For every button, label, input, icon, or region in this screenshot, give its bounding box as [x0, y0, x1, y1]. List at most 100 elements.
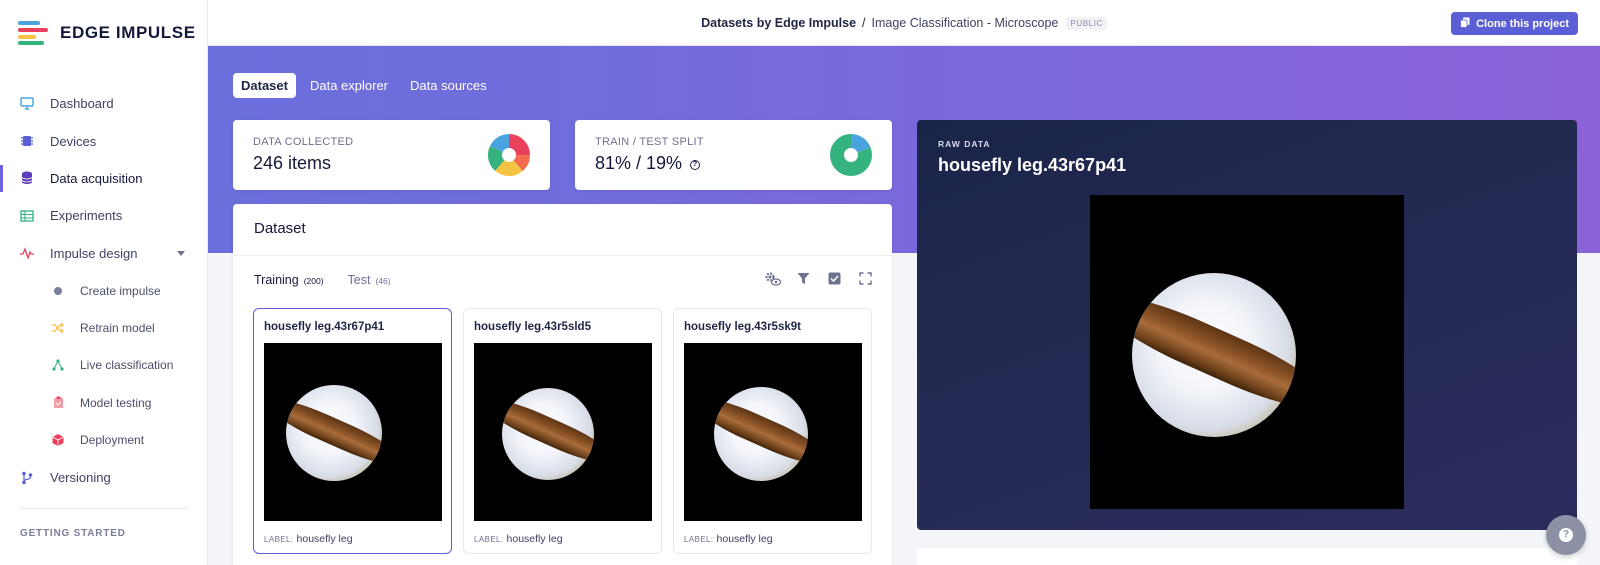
subtab-count: (46) — [375, 276, 391, 286]
dataset-panel: Dataset Training (200) Test (46) housefly … — [233, 204, 892, 565]
sidebar-item-dashboard[interactable]: Dashboard — [0, 85, 207, 122]
sample-card[interactable]: housefly leg.43r67p41 LABEL: housefly leg — [253, 308, 452, 554]
branch-icon — [20, 471, 34, 485]
sidebar-item-retrain-model[interactable]: Retrain model — [0, 309, 207, 346]
brand-name: EDGE IMPULSE — [60, 23, 196, 42]
sidebar-item-devices[interactable]: Devices — [0, 122, 207, 159]
chip-icon — [20, 134, 34, 148]
cube-icon — [52, 434, 64, 447]
label-key: LABEL: — [474, 535, 504, 544]
select-checkbox-icon[interactable] — [826, 270, 843, 287]
dataset-divider — [233, 255, 892, 256]
label-key: LABEL: — [684, 535, 714, 544]
sample-card[interactable]: housefly leg.43r5sk9t LABEL: housefly leg — [673, 308, 872, 554]
tab-data-sources[interactable]: Data sources — [402, 73, 495, 98]
microscope-image — [714, 387, 808, 481]
breadcrumb: Datasets by Edge Impulse / Image Classific… — [208, 16, 1600, 31]
sidebar-divider — [20, 508, 188, 509]
raw-data-label: RAW DATA — [938, 139, 991, 149]
dataset-title: Dataset — [254, 220, 306, 237]
sample-label: LABEL: housefly leg — [264, 533, 353, 545]
monitor-icon — [20, 97, 34, 111]
sample-label: LABEL: housefly leg — [474, 533, 563, 545]
pulse-icon — [20, 246, 34, 260]
sidebar: EDGE IMPULSE Dashboard Devices Data acqu… — [0, 0, 208, 565]
top-bar: Datasets by Edge Impulse / Image Classific… — [208, 0, 1600, 46]
clipboard-icon — [52, 396, 64, 409]
sidebar-item-label: Retrain model — [80, 321, 155, 336]
help-icon[interactable]: ? — [690, 160, 701, 170]
sidebar-item-create-impulse[interactable]: Create impulse — [0, 272, 207, 309]
train-test-split-label: TRAIN / TEST SPLIT — [595, 136, 704, 148]
data-collected-label: DATA COLLECTED — [253, 136, 354, 148]
breadcrumb-project: Image Classification - Microscope — [871, 16, 1059, 30]
tab-data-explorer[interactable]: Data explorer — [302, 73, 396, 98]
sample-thumbnail — [684, 343, 862, 521]
sidebar-item-label: Create impulse — [80, 283, 161, 298]
sidebar-item-experiments[interactable]: Experiments — [0, 197, 207, 234]
sidebar-item-label: Experiments — [50, 208, 123, 224]
sidebar-item-impulse-design[interactable]: Impulse design — [0, 235, 207, 272]
dataset-subtabs: Training (200) Test (46) — [254, 273, 391, 287]
data-collected-card: DATA COLLECTED 246 items — [233, 120, 550, 190]
subtab-label: Test — [347, 273, 371, 287]
sidebar-nav: Dashboard Devices Data acquisition Exper… — [0, 85, 207, 496]
chevron-down-icon[interactable] — [177, 250, 185, 256]
nodes-icon — [52, 359, 64, 372]
microscope-image — [1132, 273, 1296, 437]
label-key: LABEL: — [264, 535, 294, 544]
settings-view-icon[interactable] — [764, 270, 781, 287]
sample-card[interactable]: housefly leg.43r5sld5 LABEL: housefly leg — [463, 308, 662, 554]
clone-button-label: Clone this project — [1476, 17, 1569, 30]
sidebar-item-model-testing[interactable]: Model testing — [0, 384, 207, 421]
label-distribution-donut-icon — [488, 134, 530, 176]
sample-name: housefly leg.43r67p41 — [264, 321, 385, 333]
dot-icon — [52, 285, 64, 297]
edge-impulse-logo-icon — [18, 21, 50, 45]
sample-name: housefly leg.43r5sld5 — [474, 321, 591, 333]
dataset-toolbar — [764, 270, 874, 287]
train-test-split-value: 81% / 19%? — [595, 153, 701, 174]
sidebar-item-data-acquisition[interactable]: Data acquisition — [0, 160, 207, 197]
sidebar-item-label: Data acquisition — [50, 170, 143, 186]
table-icon — [20, 209, 34, 223]
copy-icon — [1460, 17, 1470, 31]
label-value: housefly leg — [506, 533, 563, 545]
train-test-split-card: TRAIN / TEST SPLIT 81% / 19%? — [575, 120, 892, 190]
secondary-panel — [917, 548, 1577, 565]
subtab-training[interactable]: Training (200) — [254, 273, 324, 287]
clone-project-button[interactable]: Clone this project — [1451, 12, 1578, 35]
sample-name: housefly leg.43r5sk9t — [684, 321, 801, 333]
sample-thumbnail — [474, 343, 652, 521]
sidebar-item-label: Impulse design — [50, 245, 138, 261]
sidebar-item-label: Deployment — [80, 433, 145, 448]
split-donut-icon — [830, 134, 872, 176]
page-tabs: Dataset Data explorer Data sources — [233, 73, 495, 98]
sidebar-item-live-classification[interactable]: Live classification — [0, 347, 207, 384]
subtab-label: Training — [254, 273, 299, 287]
split-value-text: 81% / 19% — [595, 153, 683, 173]
raw-data-title: housefly leg.43r67p41 — [938, 155, 1127, 175]
help-button[interactable]: ? — [1546, 515, 1586, 555]
data-collected-value: 246 items — [253, 153, 332, 173]
subtab-count: (200) — [303, 276, 324, 286]
tab-dataset[interactable]: Dataset — [233, 73, 296, 98]
logo[interactable]: EDGE IMPULSE — [18, 21, 196, 45]
sidebar-item-label: Live classification — [80, 358, 174, 373]
sample-label: LABEL: housefly leg — [684, 533, 773, 545]
database-icon — [20, 171, 34, 185]
sidebar-item-label: Model testing — [80, 395, 152, 410]
sidebar-item-label: Versioning — [50, 470, 111, 486]
visibility-badge: PUBLIC — [1066, 17, 1107, 31]
expand-icon[interactable] — [857, 270, 874, 287]
subtab-test[interactable]: Test (46) — [348, 273, 391, 287]
label-value: housefly leg — [296, 533, 353, 545]
breadcrumb-separator: / — [862, 16, 866, 30]
sidebar-item-deployment[interactable]: Deployment — [0, 422, 207, 459]
breadcrumb-owner[interactable]: Datasets by Edge Impulse — [701, 16, 856, 30]
sidebar-item-versioning[interactable]: Versioning — [0, 459, 207, 496]
filter-icon[interactable] — [795, 270, 812, 287]
sample-thumbnail — [264, 343, 442, 521]
question-icon: ? — [1559, 528, 1573, 542]
sidebar-item-label: Dashboard — [50, 96, 114, 112]
